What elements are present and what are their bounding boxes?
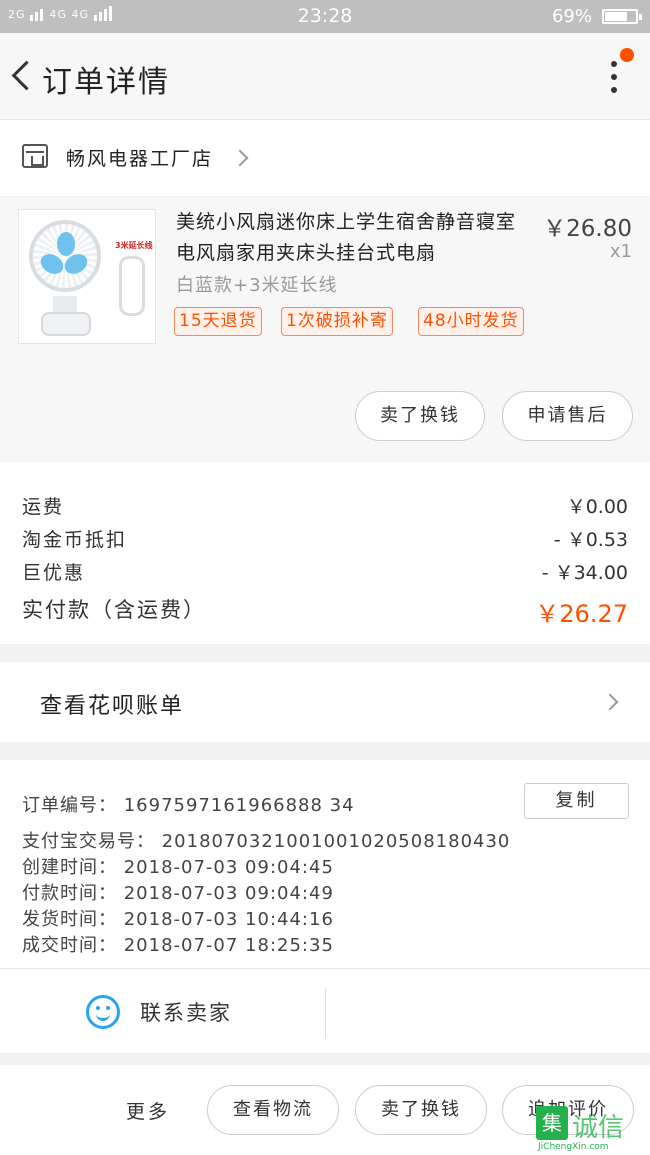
watermark-cn: 诚信 (572, 1113, 625, 1143)
image-label: 3米延长线 (115, 241, 153, 250)
notification-dot (620, 48, 634, 62)
back-icon[interactable] (8, 55, 36, 95)
resell-footer-button[interactable]: 卖了换钱 (355, 1085, 487, 1135)
paid-time: 付款时间： 2018-07-03 09:04:49 (22, 883, 334, 904)
fee-shipping-label: 运费 (22, 496, 65, 518)
contact-seller-button[interactable]: 联系卖家 (0, 969, 325, 1053)
shop-row[interactable]: 畅风电器工厂店 (0, 120, 650, 196)
alipay-trade-number: 支付宝交易号： 2018070321001001020508180430 (22, 831, 511, 852)
watermark-en: JiChengXin.com (538, 1142, 609, 1152)
product-quantity: x1 (609, 241, 632, 262)
product-card: 3米延长线 美统小风扇迷你床上学生宿舍静音寝室电风扇家用夹床头挂台式电扇 ￥26… (0, 197, 650, 461)
tag-returns: 15天退货 (174, 307, 262, 336)
fee-summary: 运费 ￥0.00 淘金币抵扣 - ￥0.53 巨优惠 - ￥34.00 实付款（… (0, 462, 650, 644)
fee-discount-value: - ￥34.00 (541, 562, 628, 584)
page-title: 订单详情 (42, 65, 170, 100)
contact-seller-label: 联系卖家 (140, 1001, 232, 1025)
fee-coin-value: - ￥0.53 (553, 529, 628, 551)
order-number: 订单编号： 1697597161966888 34 (22, 795, 355, 816)
copy-button[interactable]: 复制 (524, 783, 629, 819)
fee-discount-label: 巨优惠 (22, 562, 86, 584)
watermark-box: 集 (536, 1106, 568, 1140)
watermark-logo: 集 诚信 JiChengXin.com (532, 1104, 650, 1155)
view-logistics-button[interactable]: 查看物流 (207, 1085, 339, 1135)
chevron-right-icon (601, 693, 619, 711)
nav-bar: 订单详情 (0, 33, 650, 120)
huabei-label: 查看花呗账单 (40, 694, 185, 719)
product-price: ￥26.80 (543, 216, 632, 242)
more-menu-icon[interactable] (608, 48, 634, 99)
chat-icon (86, 995, 120, 1029)
tag-fast-shipping: 48小时发货 (418, 307, 524, 336)
cable-graphic (119, 256, 145, 316)
product-title[interactable]: 美统小风扇迷你床上学生宿舍静音寝室电风扇家用夹床头挂台式电扇 (176, 207, 526, 269)
shipped-time: 发货时间： 2018-07-03 10:44:16 (22, 909, 334, 930)
fan-base (41, 312, 91, 336)
completed-time: 成交时间： 2018-07-07 18:25:35 (22, 935, 334, 956)
order-info: 订单编号： 1697597161966888 34 复制 支付宝交易号： 201… (0, 760, 650, 1053)
resell-button[interactable]: 卖了换钱 (355, 391, 485, 441)
product-spec: 白蓝款+3米延长线 (176, 275, 338, 296)
battery-percent: 69% (551, 6, 592, 27)
fan-blade (37, 232, 91, 278)
after-sales-button[interactable]: 申请售后 (502, 391, 633, 441)
fee-total-value: ￥26.27 (535, 600, 628, 628)
shop-name: 畅风电器工厂店 (66, 148, 214, 170)
fee-coin-label: 淘金币抵扣 (22, 529, 128, 551)
tag-damage-resend: 1次破损补寄 (281, 307, 393, 336)
product-image[interactable]: 3米延长线 (18, 209, 156, 344)
chevron-right-icon (231, 149, 249, 167)
huabei-bill-row[interactable]: 查看花呗账单 (0, 662, 650, 742)
status-bar: 2G 4G 4G 23:28 69% (0, 0, 650, 33)
divider (325, 988, 326, 1038)
battery-icon (602, 9, 642, 24)
fee-shipping-value: ￥0.00 (566, 496, 628, 518)
fee-total-label: 实付款（含运费） (22, 598, 206, 622)
created-time: 创建时间： 2018-07-03 09:04:45 (22, 857, 334, 878)
shop-icon (22, 144, 48, 168)
more-button[interactable]: 更多 (126, 1097, 170, 1124)
